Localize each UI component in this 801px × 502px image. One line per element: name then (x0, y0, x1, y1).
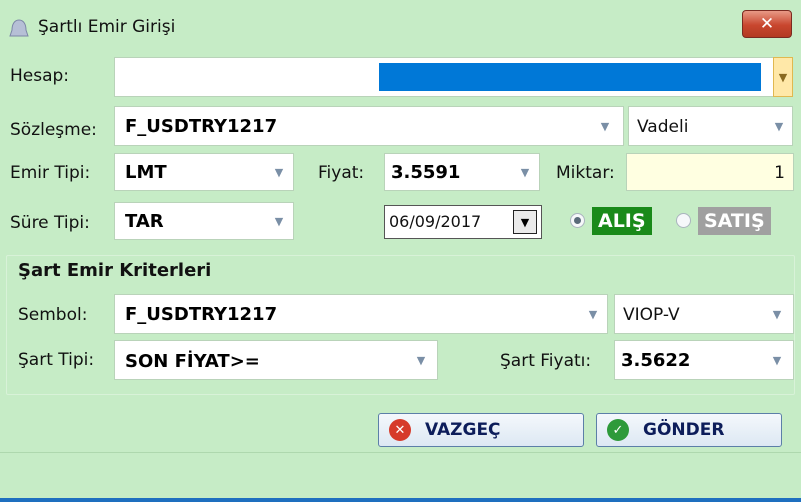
sembol-label: Sembol: (18, 305, 88, 325)
hesap-selection-highlight (379, 63, 761, 91)
hesap-label: Hesap: (10, 66, 70, 86)
date-picker[interactable]: 06/09/2017 ▼ (384, 205, 542, 239)
emir-tipi-dropdown[interactable]: LMT ▼ (114, 153, 294, 191)
dropdown-arrow-icon[interactable]: ▼ (411, 341, 431, 379)
date-dropdown-arrow-icon[interactable]: ▼ (513, 210, 537, 234)
satis-label[interactable]: SATIŞ (698, 207, 771, 235)
market-dropdown[interactable]: VIOP-V ▼ (614, 294, 794, 334)
dropdown-arrow-icon[interactable]: ▼ (515, 154, 535, 190)
miktar-input[interactable]: 1 (626, 153, 794, 191)
date-value: 06/09/2017 (389, 212, 482, 231)
sozlesme-value: F_USDTRY1217 (125, 116, 278, 137)
criteria-title: Şart Emir Kriterleri (18, 260, 212, 281)
status-divider (0, 452, 801, 453)
dropdown-arrow-icon[interactable]: ▼ (269, 203, 289, 239)
miktar-label: Miktar: (556, 163, 615, 183)
cancel-x-icon: ✕ (389, 419, 411, 441)
dropdown-arrow-icon[interactable]: ▼ (767, 341, 787, 379)
radio-selected-dot (574, 217, 581, 224)
window-bottom-border (0, 498, 801, 502)
emir-tipi-label: Emir Tipi: (10, 163, 91, 183)
cancel-button[interactable]: ✕ VAZGEÇ (378, 413, 584, 447)
window-title: Şartlı Emir Girişi (38, 17, 176, 37)
fiyat-input[interactable]: 3.5591 ▼ (384, 153, 540, 191)
sart-tipi-value: SON FİYAT>= (125, 351, 260, 372)
miktar-value: 1 (774, 163, 785, 183)
submit-button-label: GÖNDER (643, 420, 725, 440)
sozlesme-dropdown[interactable]: F_USDTRY1217 ▼ (114, 106, 624, 146)
alis-label[interactable]: ALIŞ (592, 207, 652, 235)
sure-tipi-dropdown[interactable]: TAR ▼ (114, 202, 294, 240)
sembol-dropdown[interactable]: F_USDTRY1217 ▼ (114, 294, 608, 334)
sart-fiyati-input[interactable]: 3.5622 ▼ (614, 340, 794, 380)
contract-type-dropdown[interactable]: Vadeli ▼ (628, 106, 793, 146)
sart-tipi-label: Şart Tipi: (18, 350, 95, 370)
cancel-button-label: VAZGEÇ (425, 420, 501, 440)
sart-fiyati-value: 3.5622 (621, 350, 691, 371)
fiyat-value: 3.5591 (391, 162, 461, 183)
sure-tipi-value: TAR (125, 211, 164, 232)
check-icon: ✓ (607, 419, 629, 441)
alis-radio[interactable] (570, 213, 585, 228)
dropdown-arrow-icon[interactable]: ▼ (767, 295, 787, 333)
dropdown-arrow-icon[interactable]: ▼ (595, 107, 615, 145)
sart-fiyati-label: Şart Fiyatı: (500, 351, 592, 371)
hesap-dropdown[interactable] (114, 57, 774, 97)
fiyat-label: Fiyat: (318, 163, 365, 183)
submit-button[interactable]: ✓ GÖNDER (596, 413, 782, 447)
sembol-value: F_USDTRY1217 (125, 304, 278, 325)
emir-tipi-value: LMT (125, 162, 167, 183)
dropdown-arrow-icon[interactable]: ▼ (583, 295, 603, 333)
sozlesme-label: Sözleşme: (10, 120, 97, 140)
hesap-dropdown-arrow-icon[interactable]: ▼ (773, 57, 793, 97)
app-bell-icon (8, 18, 30, 40)
dropdown-arrow-icon[interactable]: ▼ (769, 107, 789, 145)
close-button[interactable]: ✕ (742, 10, 792, 38)
satis-radio[interactable] (676, 213, 691, 228)
dropdown-arrow-icon[interactable]: ▼ (269, 154, 289, 190)
sart-tipi-dropdown[interactable]: SON FİYAT>= ▼ (114, 340, 438, 380)
sure-tipi-label: Süre Tipi: (10, 213, 90, 233)
close-icon: ✕ (759, 14, 775, 34)
contract-type-value: Vadeli (637, 117, 689, 137)
market-value: VIOP-V (623, 305, 680, 325)
